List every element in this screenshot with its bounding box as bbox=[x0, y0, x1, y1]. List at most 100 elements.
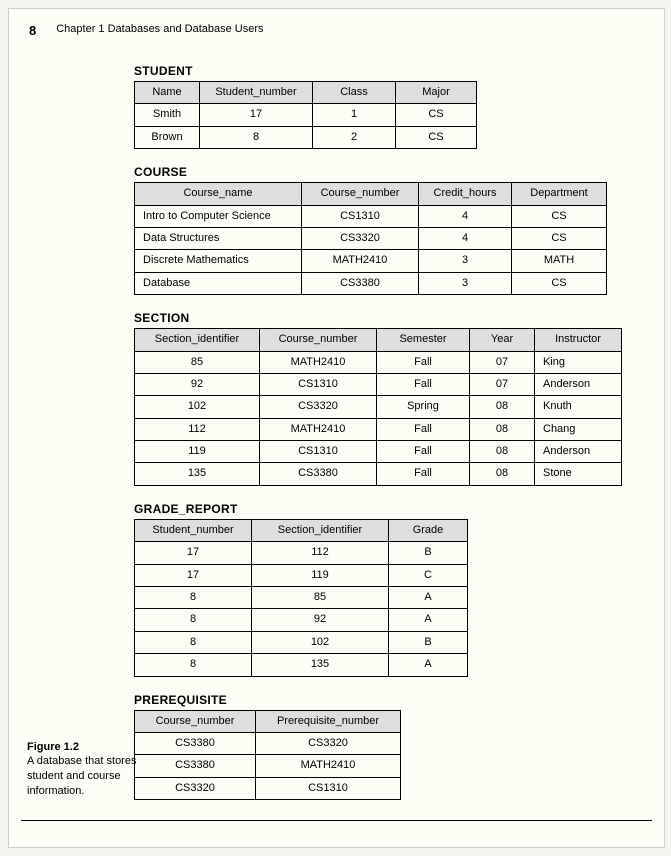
th: Course_number bbox=[135, 710, 256, 732]
table-row: 135CS3380Fall08Stone bbox=[135, 463, 622, 485]
table-row: DatabaseCS33803CS bbox=[135, 272, 607, 294]
cell: Brown bbox=[135, 126, 200, 148]
table-row: 17112B bbox=[135, 542, 468, 564]
th: Year bbox=[470, 329, 535, 351]
cell: 4 bbox=[419, 205, 512, 227]
cell: CS bbox=[512, 272, 607, 294]
cell: 8 bbox=[135, 631, 252, 653]
cell: Database bbox=[135, 272, 302, 294]
grade-tbody: 17112B17119C885A892A8102B8135A bbox=[135, 542, 468, 676]
cell: 3 bbox=[419, 250, 512, 272]
cell: 08 bbox=[470, 463, 535, 485]
cell: 135 bbox=[135, 463, 260, 485]
cell: 07 bbox=[470, 373, 535, 395]
cell: Smith bbox=[135, 104, 200, 126]
cell: CS3320 bbox=[302, 227, 419, 249]
figure-caption: Figure 1.2 A database that stores studen… bbox=[27, 740, 137, 799]
cell: 119 bbox=[135, 441, 260, 463]
cell: 112 bbox=[135, 418, 260, 440]
th: Grade bbox=[389, 519, 468, 541]
th: Section_identifier bbox=[135, 329, 260, 351]
table-row: 92CS1310Fall07Anderson bbox=[135, 373, 622, 395]
cell: Anderson bbox=[535, 373, 622, 395]
cell: Fall bbox=[377, 463, 470, 485]
cell: Fall bbox=[377, 418, 470, 440]
page-number: 8 bbox=[29, 23, 36, 38]
cell: Fall bbox=[377, 441, 470, 463]
cell: 8 bbox=[135, 609, 252, 631]
running-head: 8 Chapter 1 Databases and Database Users bbox=[9, 9, 664, 48]
cell: 8 bbox=[135, 654, 252, 676]
cell: MATH2410 bbox=[256, 755, 401, 777]
cell: 85 bbox=[252, 587, 389, 609]
cell: CS1310 bbox=[256, 777, 401, 799]
cell: CS3380 bbox=[260, 463, 377, 485]
table-row: 885A bbox=[135, 587, 468, 609]
th: Major bbox=[396, 82, 477, 104]
table-row: 119CS1310Fall08Anderson bbox=[135, 441, 622, 463]
cell: MATH bbox=[512, 250, 607, 272]
cell: CS3380 bbox=[302, 272, 419, 294]
th: Course_number bbox=[260, 329, 377, 351]
cell: Knuth bbox=[535, 396, 622, 418]
cell: 4 bbox=[419, 227, 512, 249]
cell: CS3380 bbox=[135, 732, 256, 754]
th: Prerequisite_number bbox=[256, 710, 401, 732]
cell: 102 bbox=[252, 631, 389, 653]
table-row: 8135A bbox=[135, 654, 468, 676]
cell: Spring bbox=[377, 396, 470, 418]
cell: CS bbox=[512, 205, 607, 227]
cell: MATH2410 bbox=[260, 351, 377, 373]
cell: CS3320 bbox=[260, 396, 377, 418]
cell: CS1310 bbox=[260, 441, 377, 463]
th: Department bbox=[512, 183, 607, 205]
cell: MATH2410 bbox=[302, 250, 419, 272]
cell: Data Structures bbox=[135, 227, 302, 249]
cell: 92 bbox=[135, 373, 260, 395]
cell: Anderson bbox=[535, 441, 622, 463]
th: Semester bbox=[377, 329, 470, 351]
student-title: STUDENT bbox=[134, 64, 664, 78]
course-title: COURSE bbox=[134, 165, 664, 179]
cell: A bbox=[389, 587, 468, 609]
cell: CS1310 bbox=[260, 373, 377, 395]
th: Course_name bbox=[135, 183, 302, 205]
cell: 08 bbox=[470, 441, 535, 463]
table-row: Smith171CS bbox=[135, 104, 477, 126]
table-row: CS3320CS1310 bbox=[135, 777, 401, 799]
cell: 2 bbox=[313, 126, 396, 148]
section-table: Section_identifier Course_number Semeste… bbox=[134, 328, 622, 486]
cell: Intro to Computer Science bbox=[135, 205, 302, 227]
table-row: 17119C bbox=[135, 564, 468, 586]
prereq-title: PREREQUISITE bbox=[134, 693, 664, 707]
th: Credit_hours bbox=[419, 183, 512, 205]
prereq-tbody: CS3380CS3320CS3380MATH2410CS3320CS1310 bbox=[135, 732, 401, 799]
cell: King bbox=[535, 351, 622, 373]
th: Course_number bbox=[302, 183, 419, 205]
student-tbody: Smith171CSBrown82CS bbox=[135, 104, 477, 149]
table-row: CS3380MATH2410 bbox=[135, 755, 401, 777]
table-row: Brown82CS bbox=[135, 126, 477, 148]
cell: Discrete Mathematics bbox=[135, 250, 302, 272]
table-row: Discrete MathematicsMATH24103MATH bbox=[135, 250, 607, 272]
cell: 102 bbox=[135, 396, 260, 418]
cell: 92 bbox=[252, 609, 389, 631]
table-row: 112MATH2410Fall08Chang bbox=[135, 418, 622, 440]
cell: 07 bbox=[470, 351, 535, 373]
table-row: Intro to Computer ScienceCS13104CS bbox=[135, 205, 607, 227]
cell: 08 bbox=[470, 418, 535, 440]
cell: 85 bbox=[135, 351, 260, 373]
cell: 1 bbox=[313, 104, 396, 126]
course-tbody: Intro to Computer ScienceCS13104CSData S… bbox=[135, 205, 607, 295]
th: Student_number bbox=[200, 82, 313, 104]
cell: 135 bbox=[252, 654, 389, 676]
cell: CS bbox=[512, 227, 607, 249]
student-table: Name Student_number Class Major Smith171… bbox=[134, 81, 477, 149]
figure-text: A database that stores student and cours… bbox=[27, 755, 136, 797]
cell: 8 bbox=[135, 587, 252, 609]
cell: Chang bbox=[535, 418, 622, 440]
cell: 17 bbox=[135, 564, 252, 586]
cell: 3 bbox=[419, 272, 512, 294]
th: Class bbox=[313, 82, 396, 104]
section-title: SECTION bbox=[134, 311, 664, 325]
